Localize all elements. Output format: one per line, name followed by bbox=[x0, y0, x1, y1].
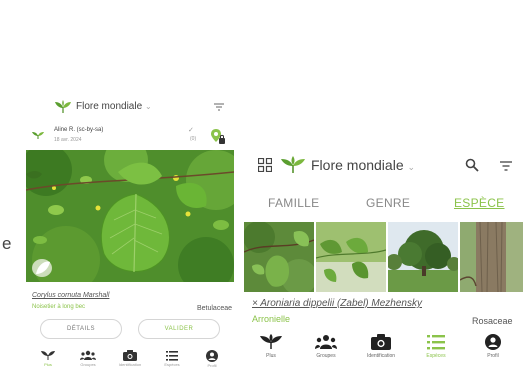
left-header: Flore mondiale ⌄ bbox=[26, 98, 234, 118]
tab-genre[interactable]: GENRE bbox=[366, 196, 410, 210]
species-common-name: Arronielle bbox=[252, 314, 291, 324]
app-title[interactable]: Flore mondiale ⌄ bbox=[76, 101, 152, 112]
observation-date: 18 avr. 2024 bbox=[54, 137, 82, 143]
species-common-name: Noisetier à long bec bbox=[32, 304, 86, 310]
profile-icon bbox=[206, 350, 218, 362]
app-logo-icon bbox=[55, 100, 71, 113]
app-title[interactable]: Flore mondiale ⌄ bbox=[311, 157, 415, 173]
groups-icon bbox=[80, 350, 96, 360]
left-screen: Flore mondiale ⌄ Aline R. (sc-by-sa) 18 … bbox=[26, 92, 234, 372]
filter-icon[interactable] bbox=[213, 101, 225, 113]
species-family: Rosaceae bbox=[472, 316, 513, 326]
nav-item-plus[interactable]: Plus bbox=[30, 348, 66, 372]
validation-count: (0) bbox=[190, 136, 197, 142]
validate-button[interactable]: VALIDER bbox=[138, 319, 220, 339]
filter-icon[interactable] bbox=[499, 159, 513, 173]
tab-famille[interactable]: FAMILLE bbox=[268, 196, 319, 210]
species-gallery bbox=[244, 222, 523, 292]
species-photo-3[interactable] bbox=[388, 222, 458, 292]
right-screen: Flore mondiale ⌄ FAMILLE GENRE ESPÈCE × … bbox=[244, 146, 523, 372]
tab-espece[interactable]: ESPÈCE bbox=[454, 196, 505, 210]
plant-icon bbox=[41, 351, 55, 360]
nav-item-especes[interactable]: Espèces bbox=[409, 332, 463, 372]
nav-item-identification[interactable]: Identification bbox=[354, 332, 408, 372]
right-bottom-nav: Plus Groupes Identification Espèces Prof… bbox=[244, 332, 523, 372]
grid-view-icon[interactable] bbox=[258, 158, 272, 172]
stray-letter: e bbox=[2, 234, 12, 253]
details-button[interactable]: DÉTAILS bbox=[40, 319, 122, 339]
nav-item-plus[interactable]: Plus bbox=[244, 332, 298, 372]
nav-item-profil[interactable]: Profil bbox=[194, 348, 230, 372]
species-scientific-name[interactable]: Corylus cornuta Marshall bbox=[32, 292, 109, 299]
left-bottom-nav: Plus Groupes Identification Espèces Prof… bbox=[26, 348, 234, 372]
nav-item-identification[interactable]: Identification bbox=[112, 348, 148, 372]
dropdown-caret-icon: ⌄ bbox=[144, 102, 152, 111]
nav-item-groupes[interactable]: Groupes bbox=[299, 332, 353, 372]
species-scientific-name[interactable]: × Aroniaria dippelii (Zabel) Mezhensky bbox=[252, 298, 422, 309]
right-header: Flore mondiale ⌄ bbox=[244, 152, 523, 178]
list-icon bbox=[427, 335, 445, 350]
species-photo-1[interactable] bbox=[244, 222, 314, 292]
search-icon[interactable] bbox=[465, 158, 479, 172]
app-logo-icon bbox=[281, 156, 305, 173]
list-icon bbox=[166, 351, 178, 361]
dropdown-caret-icon: ⌄ bbox=[407, 162, 416, 172]
location-pin-icon[interactable] bbox=[210, 128, 226, 146]
observation-photo[interactable] bbox=[26, 150, 234, 282]
plant-icon bbox=[32, 132, 44, 139]
check-icon[interactable]: ✓ bbox=[188, 126, 194, 134]
groups-icon bbox=[315, 335, 337, 349]
nav-item-especes[interactable]: Espèces bbox=[154, 348, 190, 372]
species-family: Betulaceae bbox=[196, 305, 232, 312]
leaf-photo-image bbox=[26, 150, 234, 282]
profile-icon bbox=[485, 334, 501, 350]
nav-item-groupes[interactable]: Groupes bbox=[70, 348, 106, 372]
author-name: Aline R. (sc-by-sa) bbox=[54, 127, 104, 133]
camera-icon bbox=[123, 350, 137, 361]
camera-icon bbox=[371, 334, 391, 350]
taxon-tabs: FAMILLE GENRE ESPÈCE bbox=[244, 194, 523, 216]
plant-icon bbox=[260, 334, 282, 349]
observation-author: Aline R. (sc-by-sa) 18 avr. 2024 ✓ (0) bbox=[26, 124, 234, 148]
species-photo-2[interactable] bbox=[316, 222, 386, 292]
nav-item-profil[interactable]: Profil bbox=[466, 332, 520, 372]
species-photo-4[interactable] bbox=[460, 222, 523, 292]
